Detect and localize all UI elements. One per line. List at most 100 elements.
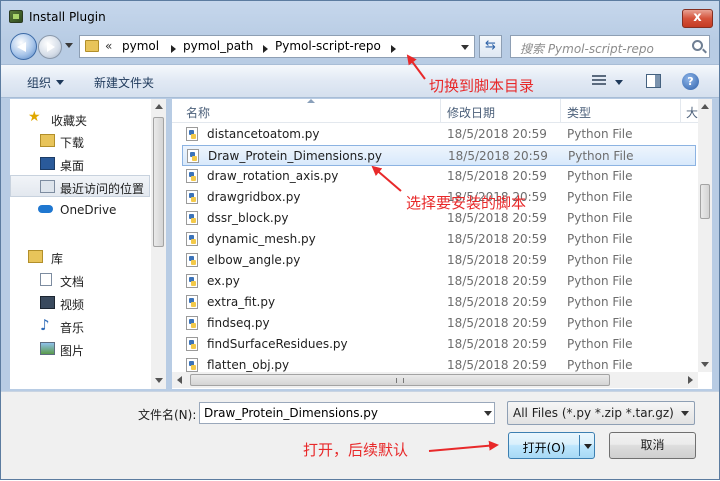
file-type: Python File [567, 211, 633, 225]
sidebar-item-label: 库 [51, 252, 64, 266]
desktop-icon [40, 157, 55, 170]
file-row[interactable]: ex.py 18/5/2018 20:59 Python File [182, 271, 696, 292]
sidebar-item-onedrive[interactable]: OneDrive [10, 199, 150, 221]
file-date: 18/5/2018 20:59 [447, 295, 547, 309]
column-divider[interactable] [440, 99, 441, 123]
help-icon[interactable]: ? [682, 73, 699, 90]
scroll-down-icon[interactable] [701, 362, 709, 367]
downloads-folder-icon [40, 134, 55, 147]
column-type[interactable]: 类型 [567, 104, 591, 121]
sort-ascending-icon [307, 99, 315, 103]
column-date[interactable]: 修改日期 [447, 104, 495, 121]
scroll-up-icon[interactable] [155, 104, 163, 109]
file-date: 18/5/2018 20:59 [448, 149, 548, 163]
back-button[interactable] [10, 33, 37, 60]
cancel-button[interactable]: 取消 [609, 432, 696, 459]
breadcrumb-separator-icon[interactable] [391, 45, 396, 53]
open-options-dropdown-icon[interactable] [584, 444, 592, 449]
address-bar[interactable]: « pymol pymol_path Pymol-script-repo [79, 35, 475, 58]
file-row[interactable]: dynamic_mesh.py 18/5/2018 20:59 Python Fil… [182, 229, 696, 250]
file-row[interactable]: findseq.py 18/5/2018 20:59 Python File [182, 313, 696, 334]
column-divider[interactable] [560, 99, 561, 123]
filename-field[interactable]: Draw_Protein_Dimensions.py [199, 402, 495, 424]
file-row[interactable]: Draw_Protein_Dimensions.py 18/5/2018 20:5… [182, 145, 696, 166]
documents-icon [40, 273, 52, 286]
preview-pane-icon[interactable] [646, 74, 661, 88]
file-type: Python File [567, 316, 633, 330]
scroll-down-icon[interactable] [155, 378, 163, 383]
sidebar-item-recent-places[interactable]: 最近访问的位置 [10, 175, 150, 197]
scroll-left-icon[interactable] [177, 376, 182, 384]
overflow-chevron[interactable]: « [105, 39, 112, 53]
navigation-pane: ★ 收藏夹 下载 桌面 最近访问的位置 OneDrive 库 文档 视频 ♪ 音… [10, 99, 166, 389]
file-row[interactable]: draw_rotation_axis.py 18/5/2018 20:59 Pyth… [182, 166, 696, 187]
file-date: 18/5/2018 20:59 [447, 337, 547, 351]
organize-button[interactable]: 组织 [27, 74, 51, 91]
scrollbar-thumb[interactable] [700, 184, 710, 219]
recent-pages-dropdown-icon[interactable] [65, 43, 73, 48]
file-name: findSurfaceResidues.py [207, 337, 348, 351]
sidebar-scrollbar[interactable] [151, 99, 166, 389]
install-plugin-dialog: Install Plugin x « pymol pymol_path Pymo… [0, 0, 720, 480]
sidebar-item-pictures[interactable]: 图片 [10, 338, 150, 360]
scrollbar-thumb[interactable] [190, 374, 610, 386]
file-row[interactable]: elbow_angle.py 18/5/2018 20:59 Python File [182, 250, 696, 271]
sidebar-item-favorites[interactable]: ★ 收藏夹 [10, 108, 150, 130]
file-name: dynamic_mesh.py [207, 232, 316, 246]
file-list-vertical-scrollbar[interactable] [698, 99, 712, 372]
python-file-icon [186, 358, 198, 372]
address-history-dropdown-icon[interactable] [461, 45, 469, 50]
split-divider [579, 435, 580, 456]
sidebar-item-downloads[interactable]: 下载 [10, 130, 150, 152]
file-row[interactable]: findSurfaceResidues.py 18/5/2018 20:59 Pyt… [182, 334, 696, 355]
open-button-label[interactable]: 打开(O) [509, 439, 579, 456]
file-row[interactable]: extra_fit.py 18/5/2018 20:59 Python File [182, 292, 696, 313]
close-button[interactable]: x [682, 9, 713, 28]
breadcrumb-pymol-script-repo[interactable]: Pymol-script-repo [275, 39, 381, 53]
breadcrumb-pymol-path[interactable]: pymol_path [183, 39, 253, 53]
sidebar-item-music[interactable]: ♪ 音乐 [10, 315, 150, 337]
sidebar-item-videos[interactable]: 视频 [10, 292, 150, 314]
sidebar-item-desktop[interactable]: 桌面 [10, 153, 150, 175]
breadcrumb-separator-icon[interactable] [171, 45, 176, 53]
file-date: 18/5/2018 20:59 [447, 211, 547, 225]
scroll-right-icon[interactable] [688, 376, 693, 384]
file-type-select[interactable]: All Files (*.py *.zip *.tar.gz) [507, 401, 695, 425]
column-divider[interactable] [680, 99, 681, 123]
python-file-icon [186, 169, 198, 183]
breadcrumb-separator-icon[interactable] [263, 45, 268, 53]
forward-button[interactable] [38, 35, 62, 59]
view-options-icon[interactable] [592, 75, 606, 87]
scrollbar-thumb[interactable] [153, 117, 164, 247]
sidebar-item-libraries[interactable]: 库 [10, 246, 150, 268]
open-button[interactable]: 打开(O) [508, 432, 595, 459]
sidebar-item-documents[interactable]: 文档 [10, 269, 150, 291]
pymol-app-icon [9, 10, 23, 23]
breadcrumb-pymol[interactable]: pymol [122, 39, 159, 53]
column-name[interactable]: 名称 [186, 104, 210, 121]
python-file-icon [186, 232, 198, 246]
annotation-switch-directory: 切换到脚本目录 [429, 77, 535, 95]
scroll-up-icon[interactable] [701, 104, 709, 109]
grip-icon [396, 378, 404, 383]
chevron-down-icon[interactable] [56, 80, 64, 85]
column-size[interactable]: 大 [686, 104, 698, 121]
python-file-icon [186, 253, 198, 267]
file-row[interactable]: distancetoatom.py 18/5/2018 20:59 Python F… [182, 124, 696, 145]
filename-history-dropdown-icon[interactable] [484, 411, 492, 416]
new-folder-button[interactable]: 新建文件夹 [94, 74, 154, 91]
python-file-icon [186, 211, 198, 225]
sidebar-item-label: 音乐 [60, 321, 85, 335]
file-type: Python File [567, 169, 633, 183]
file-date: 18/5/2018 20:59 [447, 358, 547, 372]
videos-icon [40, 296, 55, 309]
file-list-horizontal-scrollbar[interactable] [172, 372, 698, 388]
search-box[interactable]: 搜索 Pymol-script-repo [510, 35, 710, 58]
file-date: 18/5/2018 20:59 [447, 232, 547, 246]
refresh-button[interactable]: ⇆ [479, 35, 502, 58]
search-input[interactable]: 搜索 Pymol-script-repo [520, 40, 654, 57]
file-type: Python File [567, 190, 633, 204]
file-type: Python File [568, 149, 634, 163]
chevron-down-icon[interactable] [681, 411, 689, 416]
chevron-down-icon[interactable] [615, 80, 623, 85]
